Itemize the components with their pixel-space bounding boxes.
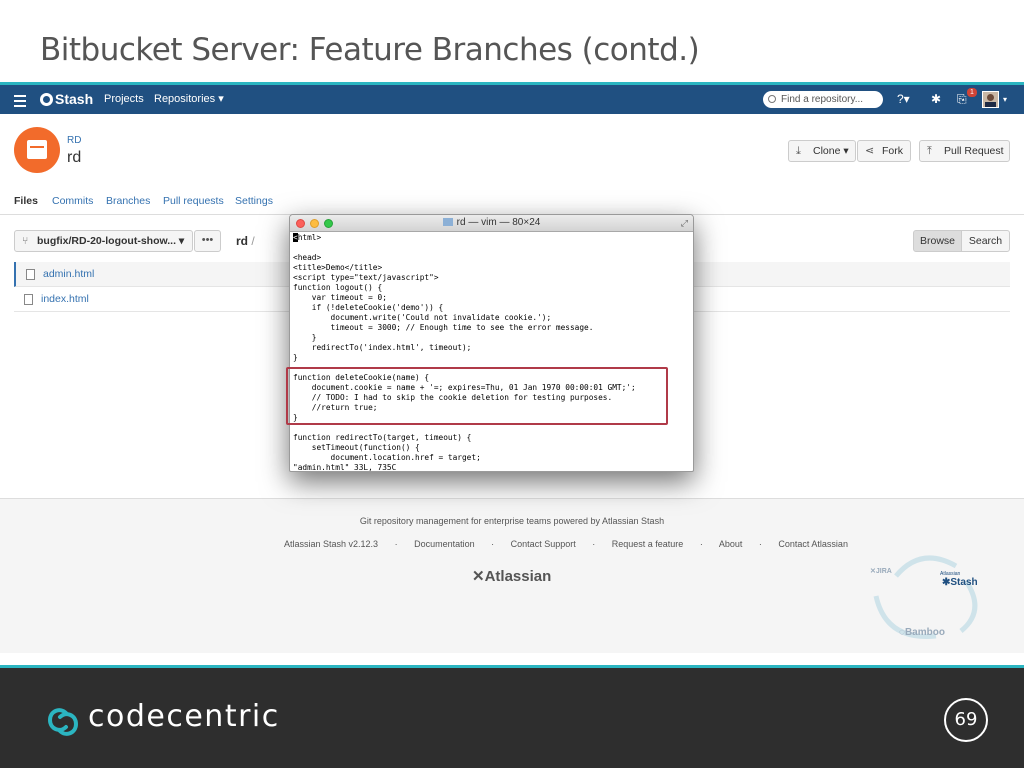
footer-separator: · bbox=[699, 539, 703, 549]
tab-files[interactable]: Files bbox=[14, 195, 38, 207]
atlassian-logo[interactable]: ✕Atlassian bbox=[472, 567, 551, 585]
search-input[interactable]: Find a repository... bbox=[763, 91, 883, 108]
codecentric-logo-icon bbox=[47, 708, 79, 736]
branch-selector[interactable]: ⑂ bugfix/RD-20-logout-show... ▾ bbox=[14, 230, 193, 252]
tab-branches[interactable]: Branches bbox=[106, 195, 150, 207]
footer-separator: · bbox=[758, 539, 762, 549]
jira-logo: ✕JIRA bbox=[870, 568, 892, 575]
footer-link-support[interactable]: Contact Support bbox=[511, 539, 576, 549]
page-number: 69 bbox=[944, 698, 988, 742]
repository-name: rd bbox=[67, 149, 82, 166]
help-icon[interactable]: ?▾ bbox=[897, 85, 910, 114]
highlight-box bbox=[286, 367, 668, 425]
vim-titlebar[interactable]: rd — vim — 80×24 ⤢ bbox=[290, 215, 693, 232]
stash-cycle-logo: ✱Stash bbox=[942, 577, 978, 588]
user-avatar[interactable] bbox=[982, 91, 999, 108]
bamboo-logo: ◌Bamboo bbox=[899, 627, 945, 638]
browse-toggle[interactable]: Browse bbox=[913, 230, 962, 252]
vim-buffer[interactable]: <html> <head> <title>Demo</title> <scrip… bbox=[293, 233, 636, 472]
tab-commits[interactable]: Commits bbox=[52, 195, 93, 207]
tab-settings[interactable]: Settings bbox=[235, 195, 273, 207]
footer-separator: · bbox=[592, 539, 596, 549]
footer-version: Atlassian Stash v2.12.3 bbox=[284, 539, 379, 549]
stash-logo[interactable]: Stash bbox=[40, 85, 93, 114]
footer-separator: · bbox=[394, 539, 398, 549]
more-actions-button[interactable]: ••• bbox=[194, 230, 221, 252]
fork-icon: ⋖ bbox=[865, 145, 875, 157]
branch-icon: ⑂ bbox=[22, 235, 29, 247]
footer-link-contact[interactable]: Contact Atlassian bbox=[778, 539, 848, 549]
project-link[interactable]: RD bbox=[67, 135, 81, 146]
stash-footer: Git repository management for enterprise… bbox=[0, 498, 1024, 653]
slide-title: Bitbucket Server: Feature Branches (cont… bbox=[40, 32, 700, 68]
footer-links: Atlassian Stash v2.12.3 · Documentation … bbox=[284, 539, 862, 549]
footer-link-about[interactable]: About bbox=[719, 539, 743, 549]
vim-title: rd — vim — 80×24 bbox=[290, 217, 693, 228]
breadcrumb: rd / bbox=[236, 234, 255, 248]
repository-avatar bbox=[14, 127, 60, 173]
nav-repositories[interactable]: Repositories ▾ bbox=[154, 85, 224, 114]
hamburger-icon[interactable] bbox=[14, 85, 26, 114]
footer-separator: · bbox=[491, 539, 495, 549]
search-toggle[interactable]: Search bbox=[961, 230, 1010, 252]
box-icon bbox=[27, 140, 47, 159]
breadcrumb-root[interactable]: rd bbox=[236, 234, 248, 248]
search-icon bbox=[768, 95, 776, 103]
nav-projects[interactable]: Projects bbox=[104, 85, 144, 114]
footer-link-documentation[interactable]: Documentation bbox=[414, 539, 475, 549]
atlassian-product-cycle: ✕JIRA Atlassian ✱Stash ◌Bamboo bbox=[866, 551, 986, 641]
notification-badge: 1 bbox=[967, 88, 977, 97]
tab-pull-requests[interactable]: Pull requests bbox=[163, 195, 224, 207]
codecentric-wordmark: codecentric bbox=[88, 699, 280, 734]
inbox-icon[interactable]: ⎘ bbox=[957, 85, 967, 114]
stash-top-nav: Stash Projects Repositories ▾ Find a rep… bbox=[0, 85, 1024, 114]
gear-icon[interactable]: ✱ bbox=[931, 85, 941, 114]
upload-icon: ⤒ bbox=[927, 145, 932, 157]
fullscreen-icon[interactable]: ⤢ bbox=[681, 218, 688, 229]
footer-tagline: Git repository management for enterprise… bbox=[359, 516, 665, 526]
folder-icon bbox=[442, 218, 453, 226]
pull-request-button[interactable]: ⤒ Pull Request bbox=[919, 140, 1010, 162]
chevron-down-icon[interactable]: ▾ bbox=[1003, 85, 1007, 114]
vim-terminal-window[interactable]: rd — vim — 80×24 ⤢ <html> <head> <title>… bbox=[289, 214, 694, 472]
vim-code-text: html> <head> <title>Demo</title> <script… bbox=[293, 233, 636, 472]
file-icon bbox=[26, 269, 35, 280]
clone-button[interactable]: ⤓ Clone ▾ bbox=[788, 140, 856, 162]
breadcrumb-separator: / bbox=[251, 234, 255, 248]
fork-button[interactable]: ⋖ Fork bbox=[857, 140, 911, 162]
file-icon bbox=[24, 294, 33, 305]
download-icon: ⤓ bbox=[796, 145, 801, 157]
footer-link-feature[interactable]: Request a feature bbox=[612, 539, 684, 549]
